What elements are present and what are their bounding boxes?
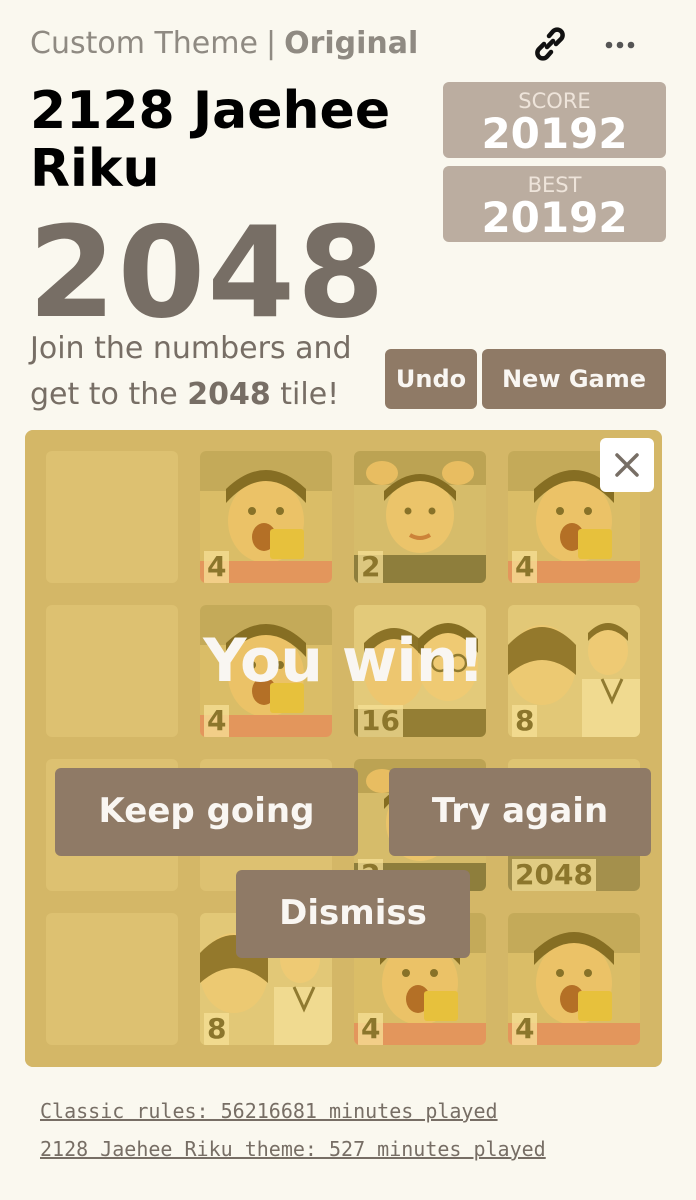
classic-rules-link[interactable]: Classic rules: 56216681 minutes played: [40, 1092, 680, 1130]
try-again-button[interactable]: Try again: [389, 768, 651, 856]
undo-button[interactable]: Undo: [385, 349, 477, 409]
intro-text: Join the numbers and get to the 2048 til…: [30, 326, 380, 418]
theme-stats-link[interactable]: 2128 Jaehee Riku theme: 527 minutes play…: [40, 1130, 680, 1168]
link-icon[interactable]: [530, 24, 570, 64]
intro-highlight: 2048: [187, 377, 271, 412]
top-bar: Custom Theme | Original: [30, 22, 670, 66]
footer: Classic rules: 56216681 minutes played 2…: [40, 1092, 680, 1168]
separator: |: [265, 26, 277, 61]
best-box: BEST 20192: [443, 166, 666, 242]
win-message: You win!: [203, 626, 485, 696]
dismiss-button[interactable]: Dismiss: [236, 870, 470, 958]
score-value: 20192: [481, 109, 628, 158]
best-label: BEST: [527, 173, 582, 197]
close-icon[interactable]: [600, 438, 654, 492]
intro-after: tile!: [270, 377, 340, 412]
score-label: SCORE: [518, 89, 591, 113]
keep-going-button[interactable]: Keep going: [55, 768, 358, 856]
best-value: 20192: [481, 193, 628, 242]
original-theme-label[interactable]: Original: [284, 26, 418, 61]
custom-theme-label[interactable]: Custom Theme: [30, 26, 258, 61]
game-board: 424416822048844 You win! Keep going Try …: [25, 430, 662, 1067]
more-icon[interactable]: [600, 24, 640, 64]
score-box: SCORE 20192: [443, 82, 666, 158]
win-overlay: You win! Keep going Try again Dismiss: [25, 430, 662, 1067]
theme-switcher[interactable]: Custom Theme | Original: [30, 22, 670, 66]
theme-name: 2128 Jaehee Riku: [30, 81, 391, 199]
new-game-button[interactable]: New Game: [482, 349, 666, 409]
